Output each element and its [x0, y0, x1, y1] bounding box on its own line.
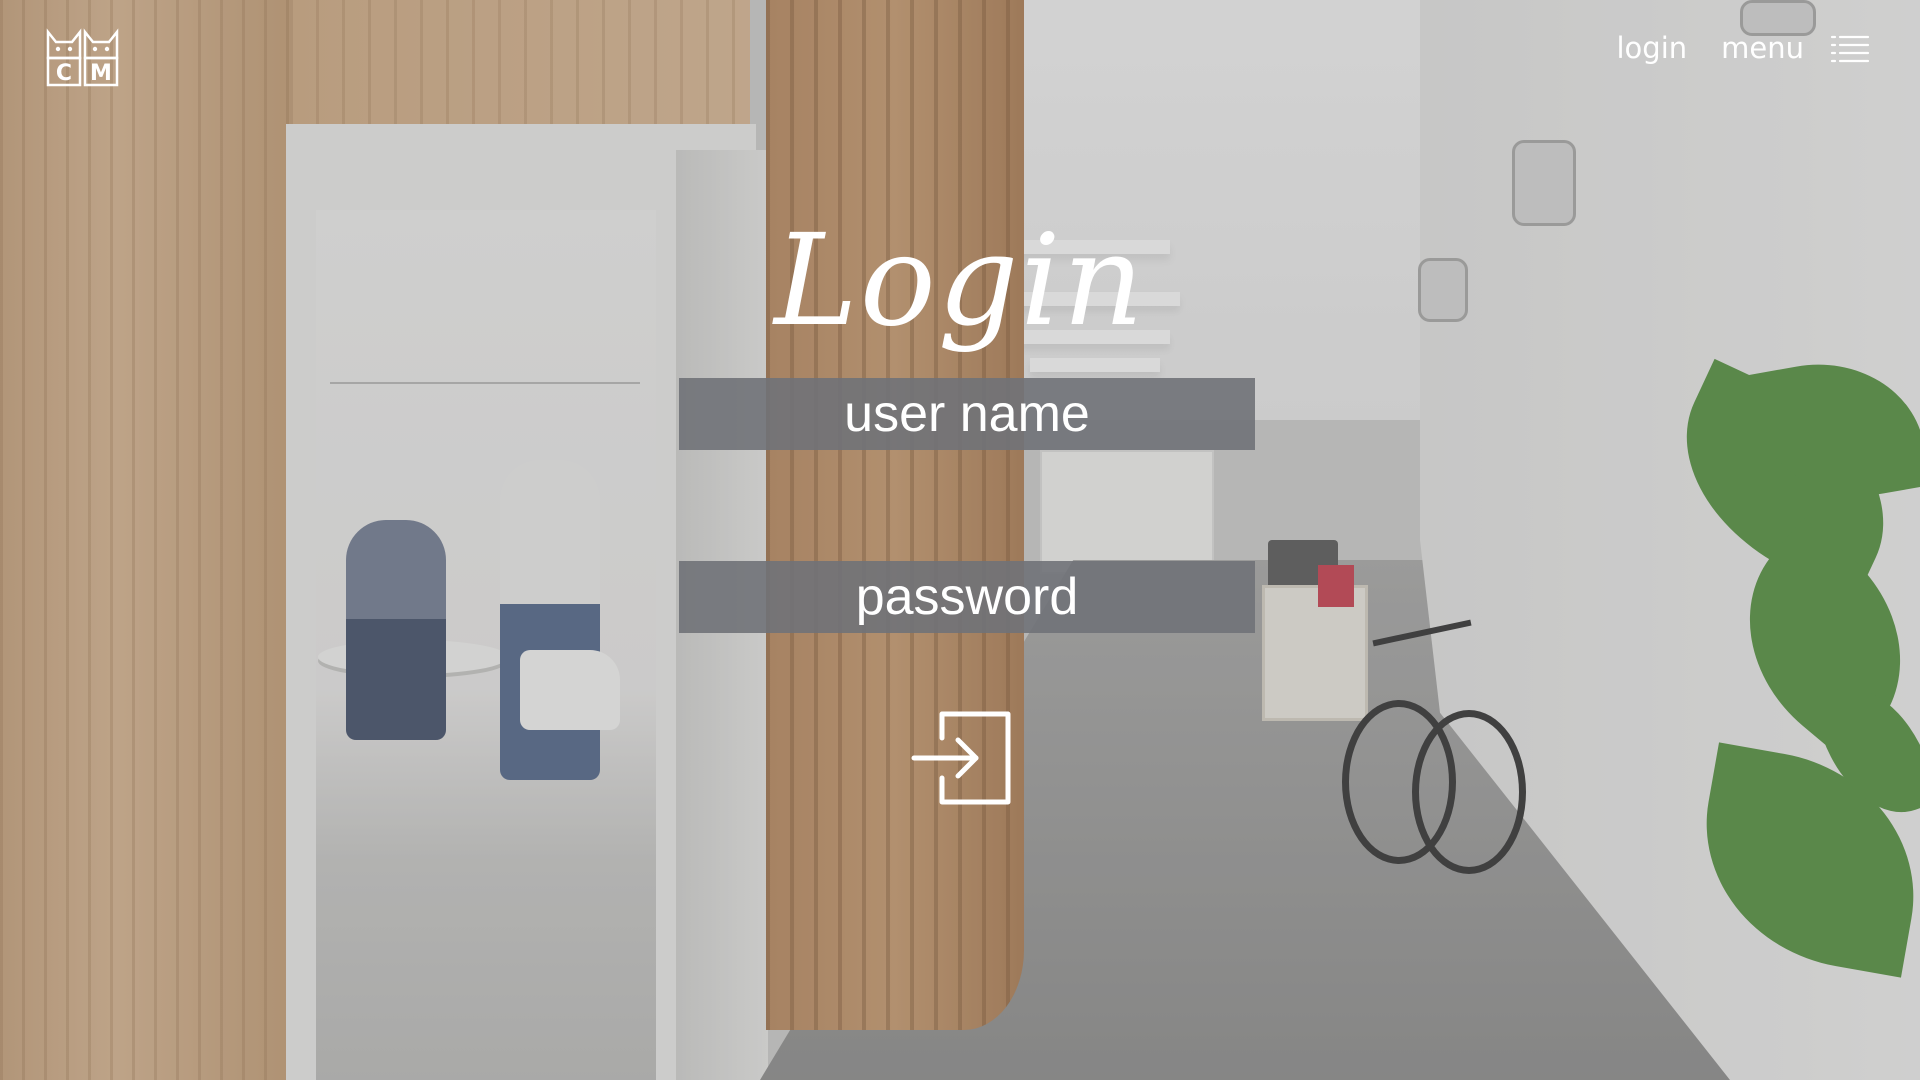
nav-login-link[interactable]: login: [1616, 28, 1687, 68]
site-logo[interactable]: C M: [46, 26, 120, 88]
login-submit-button[interactable]: [910, 708, 1015, 808]
username-input[interactable]: [679, 378, 1255, 450]
password-input[interactable]: [679, 561, 1255, 633]
cat-logo-icon: C M: [46, 28, 119, 87]
top-nav: login menu: [1582, 28, 1870, 68]
sign-in-icon: [911, 711, 1011, 805]
nav-menu-link[interactable]: menu: [1721, 28, 1804, 68]
list-menu-icon[interactable]: [1830, 33, 1870, 63]
page-title: Login: [774, 207, 1146, 355]
logo-letter-m: M: [90, 61, 112, 86]
photo-overlay: [0, 0, 1920, 1080]
logo-letter-c: C: [56, 61, 72, 86]
